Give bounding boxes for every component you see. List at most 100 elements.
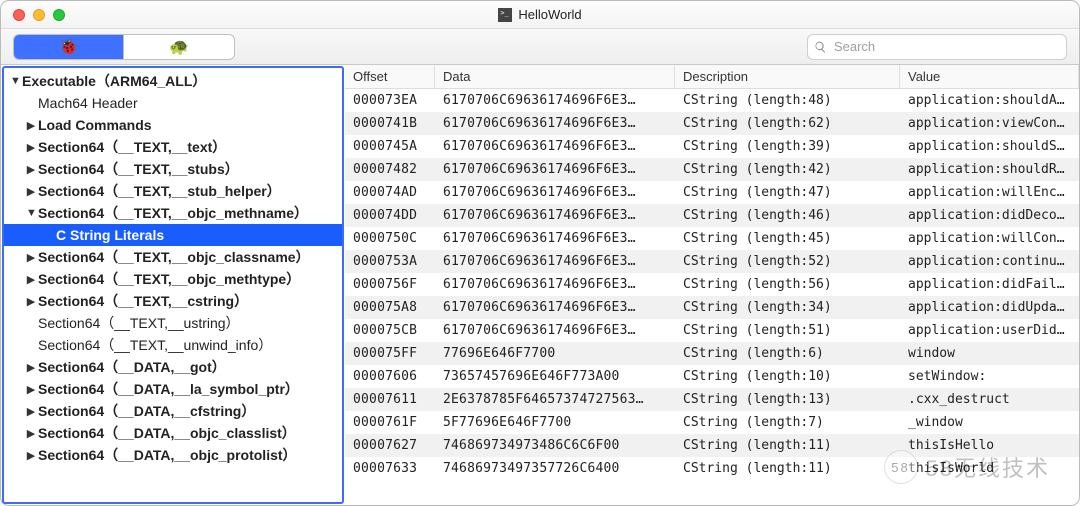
sidebar-item[interactable]: ▶Section64（__TEXT,__objc_classname） <box>4 246 342 268</box>
window: HelloWorld 🐞🐢 ▼Executable（ARM64_ALL）▶Mac… <box>0 0 1080 506</box>
table-row[interactable]: 000075A86170706C69636174696F6E3…CString … <box>345 296 1079 319</box>
sidebar-item[interactable]: ▶Section64（__TEXT,__stubs） <box>4 158 342 180</box>
close-icon[interactable] <box>13 9 25 21</box>
table-body[interactable]: 000073EA6170706C69636174696F6E3…CString … <box>345 89 1079 505</box>
sidebar-item[interactable]: ▶Section64（__DATA,__cfstring） <box>4 400 342 422</box>
minimize-icon[interactable] <box>33 9 45 21</box>
sidebar-item[interactable]: ▶Mach64 Header <box>4 92 342 114</box>
chevron-right-icon[interactable]: ▶ <box>26 163 36 176</box>
table-row[interactable]: 0000741B6170706C69636174696F6E3…CString … <box>345 112 1079 135</box>
chevron-down-icon[interactable]: ▼ <box>10 75 20 87</box>
cell-value: application:willEncode… <box>900 182 1079 203</box>
chevron-right-icon[interactable]: ▶ <box>26 405 36 418</box>
sidebar-item-label: Section64（__TEXT,__stubs） <box>38 159 239 179</box>
cell-value: thisIsHello <box>900 435 1079 456</box>
table-row[interactable]: 0000745A6170706C69636174696F6E3…CString … <box>345 135 1079 158</box>
col-header-offset[interactable]: Offset <box>345 65 435 88</box>
sidebar-item-label: Section64（__TEXT,__objc_methtype） <box>38 269 300 289</box>
table-row[interactable]: 0000756F6170706C69636174696F6E3…CString … <box>345 273 1079 296</box>
cell-offset: 000074DD <box>345 205 435 226</box>
app-icon <box>498 8 512 22</box>
sidebar-item[interactable]: ▶Section64（__TEXT,__stub_helper） <box>4 180 342 202</box>
cell-data: 6170706C69636174696F6E3… <box>435 228 675 249</box>
chevron-right-icon[interactable]: ▶ <box>26 273 36 286</box>
cell-data: 6170706C69636174696F6E3… <box>435 113 675 134</box>
chevron-right-icon[interactable]: ▶ <box>26 449 36 462</box>
maximize-icon[interactable] <box>53 9 65 21</box>
sidebar-item[interactable]: ▶Section64（__TEXT,__cstring） <box>4 290 342 312</box>
cell-offset: 0000761F <box>345 412 435 433</box>
cell-value: application:continueUs… <box>900 251 1079 272</box>
cell-description: CString (length:62) <box>675 113 900 134</box>
sidebar-item[interactable]: ▶Section64（__TEXT,__text） <box>4 136 342 158</box>
cell-description: CString (length:42) <box>675 159 900 180</box>
disclosure-spacer: ▶ <box>26 97 36 110</box>
sidebar-item-label: Section64（__DATA,__cfstring） <box>38 401 255 421</box>
cell-description: CString (length:7) <box>675 412 900 433</box>
cell-data: 6170706C69636174696F6E3… <box>435 182 675 203</box>
table-row[interactable]: 0000753A6170706C69636174696F6E3…CString … <box>345 250 1079 273</box>
view-mode-segmented[interactable]: 🐞🐢 <box>13 34 235 60</box>
sidebar-item[interactable]: ▶Section64（__TEXT,__ustring） <box>4 312 342 334</box>
chevron-right-icon[interactable]: ▶ <box>26 383 36 396</box>
table-row[interactable]: 000074DD6170706C69636174696F6E3…CString … <box>345 204 1079 227</box>
table-row[interactable]: 00007627746869734973486C6C6F00CString (l… <box>345 434 1079 457</box>
main-panel: Offset Data Description Value 000073EA61… <box>345 65 1079 505</box>
cell-offset: 00007482 <box>345 159 435 180</box>
sidebar-item[interactable]: ▶C String Literals <box>4 224 342 246</box>
col-header-data[interactable]: Data <box>435 65 675 88</box>
sidebar-item[interactable]: ▶Section64（__TEXT,__unwind_info） <box>4 334 342 356</box>
cell-offset: 00007627 <box>345 435 435 456</box>
cell-data: 6170706C69636174696F6E3… <box>435 320 675 341</box>
col-header-value[interactable]: Value <box>900 65 1079 88</box>
chevron-right-icon[interactable]: ▶ <box>26 361 36 374</box>
chevron-right-icon[interactable]: ▶ <box>26 141 36 154</box>
cell-offset: 000075CB <box>345 320 435 341</box>
cell-description: CString (length:48) <box>675 90 900 111</box>
table-row[interactable]: 000075FF77696E646F7700CString (length:6)… <box>345 342 1079 365</box>
table-row[interactable]: 000074AD6170706C69636174696F6E3…CString … <box>345 181 1079 204</box>
cell-offset: 000075FF <box>345 343 435 364</box>
sidebar-item[interactable]: ▶Section64（__DATA,__la_symbol_ptr） <box>4 378 342 400</box>
chevron-right-icon[interactable]: ▶ <box>26 427 36 440</box>
sidebar-item[interactable]: ▶Section64（__DATA,__objc_protolist） <box>4 444 342 466</box>
disclosure-spacer: ▶ <box>26 339 36 352</box>
chevron-right-icon[interactable]: ▶ <box>26 185 36 198</box>
search-field[interactable] <box>807 34 1067 60</box>
view-mode-segment-1[interactable]: 🐢 <box>124 35 234 59</box>
cell-offset: 000073EA <box>345 90 435 111</box>
cell-offset: 00007633 <box>345 458 435 479</box>
table-row[interactable]: 000073EA6170706C69636174696F6E3…CString … <box>345 89 1079 112</box>
sidebar-item[interactable]: ▼Section64（__TEXT,__objc_methname） <box>4 202 342 224</box>
col-header-description[interactable]: Description <box>675 65 900 88</box>
chevron-right-icon[interactable]: ▶ <box>26 119 36 132</box>
view-mode-segment-0[interactable]: 🐞 <box>14 35 124 59</box>
cell-description: CString (length:46) <box>675 205 900 226</box>
chevron-down-icon[interactable]: ▼ <box>26 207 36 219</box>
table-row[interactable]: 000076112E6378785F64657374727563…CString… <box>345 388 1079 411</box>
cell-data: 77696E646F7700 <box>435 343 675 364</box>
sidebar-item-label: Section64（__TEXT,__unwind_info） <box>38 335 272 355</box>
table-row[interactable]: 000074826170706C69636174696F6E3…CString … <box>345 158 1079 181</box>
table-row[interactable]: 0000763374686973497357726C6400CString (l… <box>345 457 1079 480</box>
cell-data: 6170706C69636174696F6E3… <box>435 274 675 295</box>
sidebar-item[interactable]: ▶Section64（__DATA,__objc_classlist） <box>4 422 342 444</box>
cell-value: application:didUpdateU… <box>900 297 1079 318</box>
search-input[interactable] <box>832 38 1060 55</box>
sidebar-navigator[interactable]: ▼Executable（ARM64_ALL）▶Mach64 Header▶Loa… <box>2 66 344 504</box>
cell-data: 6170706C69636174696F6E3… <box>435 297 675 318</box>
cell-data: 2E6378785F64657374727563… <box>435 389 675 410</box>
sidebar-item[interactable]: ▶Section64（__TEXT,__objc_methtype） <box>4 268 342 290</box>
sidebar-item[interactable]: ▼Executable（ARM64_ALL） <box>4 70 342 92</box>
cell-data: 6170706C69636174696F6E3… <box>435 251 675 272</box>
sidebar-item[interactable]: ▶Section64（__DATA,__got） <box>4 356 342 378</box>
chevron-right-icon[interactable]: ▶ <box>26 295 36 308</box>
table-row[interactable]: 0000760673657457696E646F773A00CString (l… <box>345 365 1079 388</box>
sidebar-item[interactable]: ▶Load Commands <box>4 114 342 136</box>
cell-offset: 0000756F <box>345 274 435 295</box>
cell-value: thisIsWorld <box>900 458 1079 479</box>
table-row[interactable]: 000075CB6170706C69636174696F6E3…CString … <box>345 319 1079 342</box>
chevron-right-icon[interactable]: ▶ <box>26 251 36 264</box>
table-row[interactable]: 0000761F5F77696E646F7700CString (length:… <box>345 411 1079 434</box>
table-row[interactable]: 0000750C6170706C69636174696F6E3…CString … <box>345 227 1079 250</box>
